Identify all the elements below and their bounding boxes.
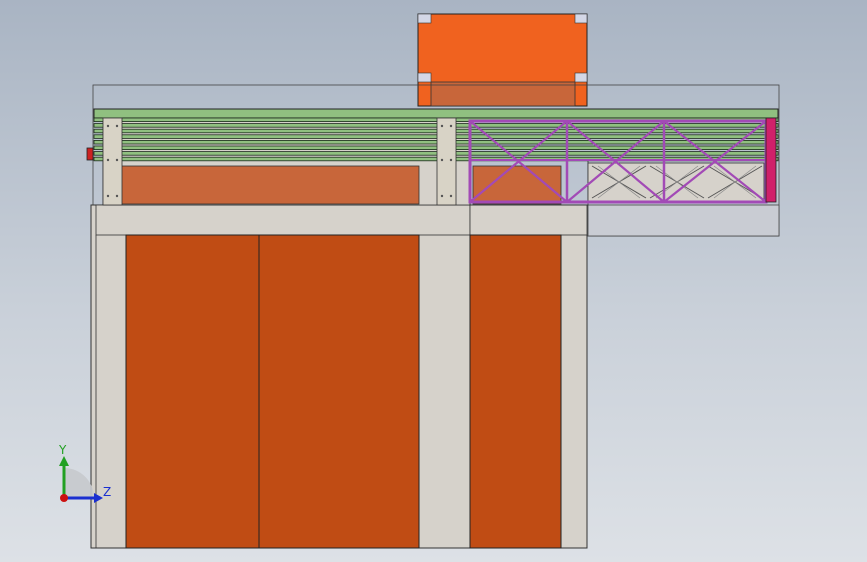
post-middle bbox=[436, 117, 457, 206]
post-left bbox=[102, 117, 123, 206]
conveyor-roller bbox=[93, 134, 779, 139]
conveyor-roller bbox=[93, 123, 779, 128]
z-axis-label: Z bbox=[103, 485, 112, 499]
assembly-front-view[interactable] bbox=[0, 0, 867, 562]
coordinate-triad: Y Z bbox=[50, 440, 120, 510]
door-panel-left bbox=[125, 234, 260, 549]
graphics-viewport[interactable]: Y Z bbox=[0, 0, 867, 562]
lower-cross-braces bbox=[587, 162, 765, 202]
green-roller-conveyor[interactable] bbox=[93, 108, 779, 162]
top-control-box[interactable] bbox=[417, 13, 588, 107]
conveyor-roller bbox=[93, 151, 779, 156]
end-cap bbox=[765, 117, 777, 203]
right-extension-frame bbox=[587, 204, 780, 237]
y-axis-label: Y bbox=[59, 443, 67, 457]
lower-door-panels[interactable] bbox=[125, 234, 562, 549]
door-panel-right bbox=[469, 234, 562, 549]
red-sensor[interactable] bbox=[86, 147, 94, 161]
conveyor-roller bbox=[93, 145, 779, 150]
door-panel-middle bbox=[258, 234, 420, 549]
conveyor-roller bbox=[93, 139, 779, 145]
